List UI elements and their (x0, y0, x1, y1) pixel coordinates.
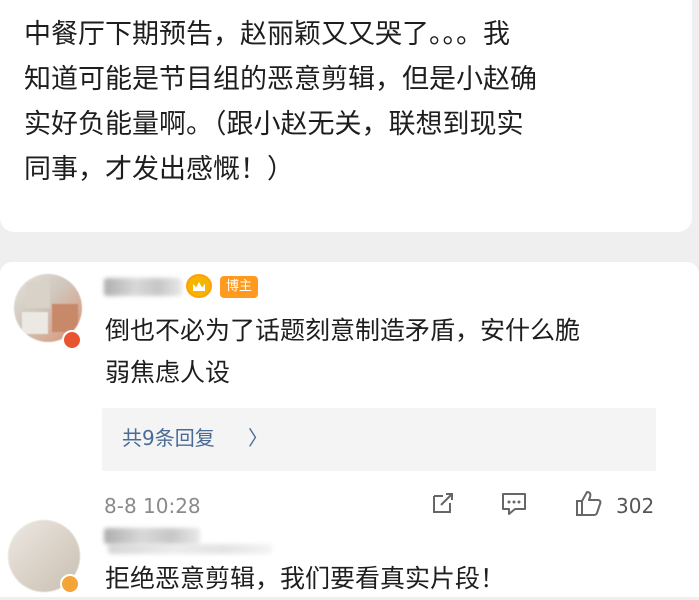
comment-line: 弱焦虑人设 (105, 358, 231, 387)
thumbs-up-icon[interactable] (573, 488, 603, 518)
post-line: 中餐厅下期预告，赵丽颖又又哭了。。。我 (24, 19, 510, 50)
comment-line: 倒也不必为了话题刻意制造矛盾，安什么脆 (105, 316, 581, 345)
comment-text: 拒绝恶意剪辑，我们要看真实片段！ (105, 558, 685, 600)
post-text: 中餐厅下期预告，赵丽颖又又哭了。。。我 知道可能是节目组的恶意剪辑，但是小赵确 … (24, 12, 664, 192)
author-badge: 博主 (220, 276, 259, 298)
username-blurred[interactable] (104, 278, 182, 296)
crown-icon (186, 274, 212, 298)
like-count: 302 (616, 494, 655, 518)
username-blurred-extra (108, 544, 272, 554)
verified-badge-icon (60, 574, 80, 594)
comment-text: 倒也不必为了话题刻意制造矛盾，安什么脆 弱焦虑人设 (105, 310, 685, 394)
username-blurred[interactable] (104, 528, 200, 544)
comment-icon[interactable] (499, 488, 529, 518)
reply-box[interactable]: 共9条回复 〉 (102, 408, 656, 471)
post-card: 中餐厅下期预告，赵丽颖又又哭了。。。我 知道可能是节目组的恶意剪辑，但是小赵确 … (0, 0, 692, 232)
post-line: 同事，才发出感慨！） (24, 154, 294, 185)
verified-badge-icon (62, 330, 82, 350)
post-line: 知道可能是节目组的恶意剪辑，但是小赵确 (24, 64, 537, 95)
share-icon[interactable] (428, 488, 458, 518)
chevron-right-icon: 〉 (248, 426, 268, 450)
view-replies-link[interactable]: 共9条回复 (122, 422, 215, 454)
post-line: 实好负能量啊。（跟小赵无关，联想到现实 (24, 109, 524, 140)
comment-line: 拒绝恶意剪辑，我们要看真实片段！ (105, 564, 506, 593)
comment-date: 8-8 10:28 (104, 494, 201, 518)
